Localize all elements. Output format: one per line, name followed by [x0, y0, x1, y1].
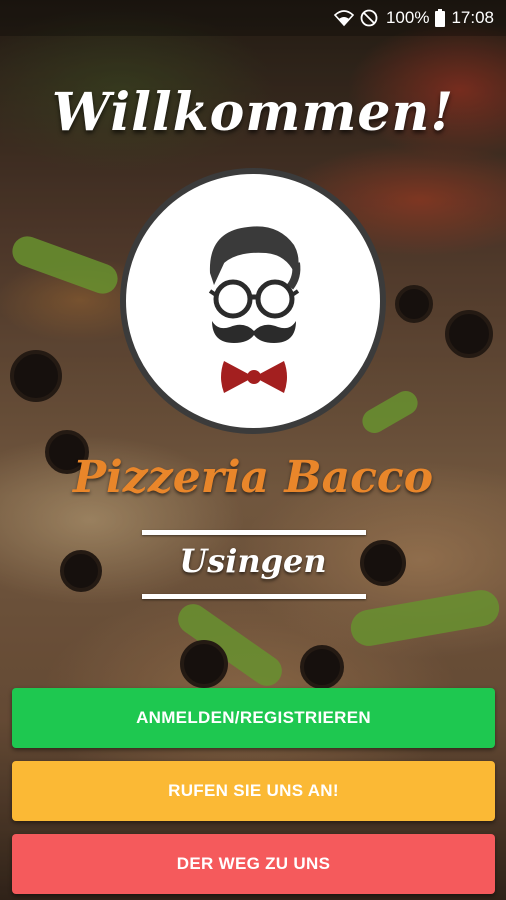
status-bar: 100% 17:08: [0, 0, 506, 36]
mustache-man-icon: [208, 226, 301, 393]
clock: 17:08: [451, 8, 494, 27]
call-us-button[interactable]: RUFEN SIE UNS AN!: [12, 761, 495, 821]
battery-icon: [435, 9, 446, 27]
login-register-button[interactable]: ANMELDEN/REGISTRIEREN: [12, 688, 495, 748]
divider-bottom: [142, 594, 366, 599]
divider-top: [142, 530, 366, 535]
wifi-icon: [333, 9, 355, 27]
restaurant-logo: [120, 168, 386, 434]
directions-button[interactable]: DER WEG ZU UNS: [12, 834, 495, 894]
restaurant-name: Pizzeria Bacco: [72, 452, 434, 503]
restaurant-city: Usingen: [179, 542, 327, 580]
battery-percentage: 100%: [385, 8, 430, 27]
welcome-heading: Willkommen!: [51, 82, 455, 143]
do-not-disturb-icon: [360, 9, 380, 27]
